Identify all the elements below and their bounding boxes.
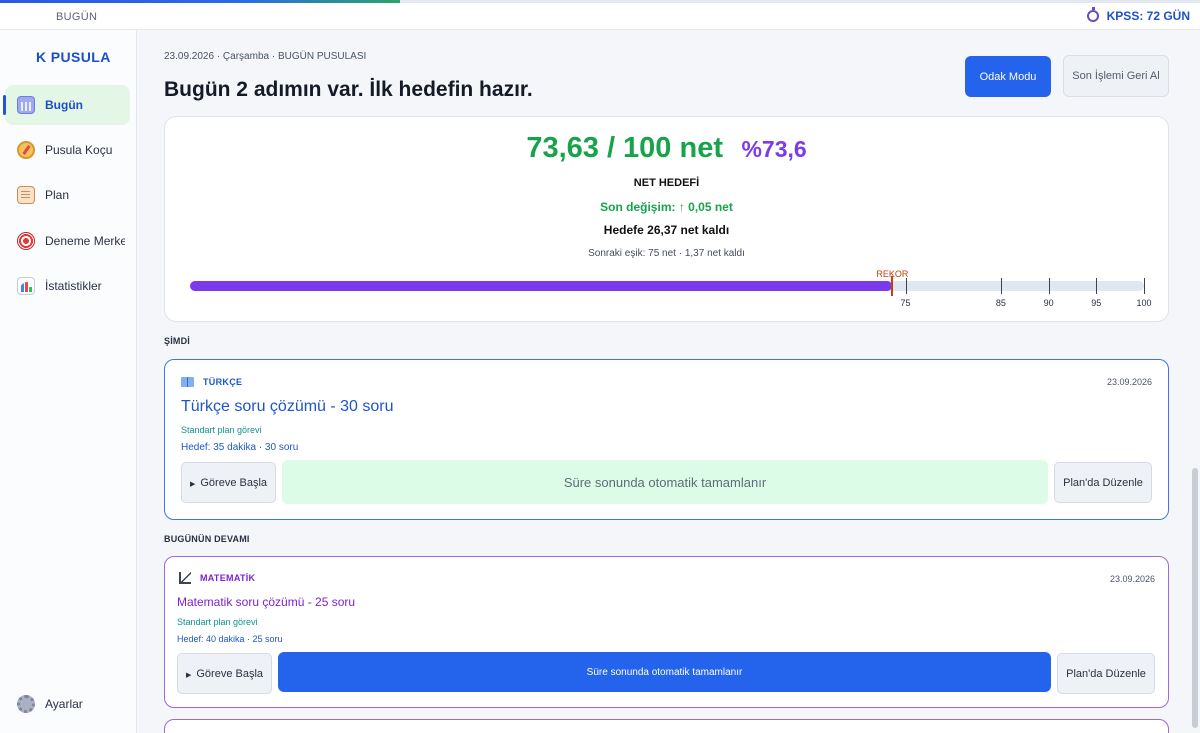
remaining-to-goal: Hedefe 26,37 net kaldı <box>603 223 730 237</box>
breadcrumb: 23.09.2026 · Çarşamba · BUGÜN PUSULASI <box>164 51 367 62</box>
undo-last-action-button[interactable]: Son İşlemi Geri Al <box>1063 55 1169 97</box>
task-goal: Hedef: 35 dakika · 30 soru <box>181 442 299 453</box>
sidebar-item-bugun[interactable]: Bugün <box>3 85 130 125</box>
threshold-tick <box>1144 278 1145 294</box>
book-icon <box>181 377 194 387</box>
top-bar-title: BUGÜN <box>56 11 98 23</box>
task-goal: Hedef: 40 dakika · 25 soru <box>177 634 283 644</box>
scrollbar[interactable] <box>1192 468 1198 728</box>
section-title-rest: BUGÜNÜN DEVAMI <box>164 534 250 544</box>
auto-complete-text: Süre sonunda otomatik tamamlanır <box>563 474 767 490</box>
task-card-matematik[interactable]: MATEMATİK 23.09.2026 Matematik soru çözü… <box>164 556 1169 708</box>
start-task-label: Göreve Başla <box>200 476 268 489</box>
net-score: 73,63 / 100 net <box>526 132 723 164</box>
edit-in-plan-button[interactable]: Plan'da Düzenle <box>1054 462 1152 503</box>
sidebar-item-plan[interactable]: Plan <box>5 175 130 215</box>
task-card-turkce[interactable]: TÜRKÇE 23.09.2026 Türkçe soru çözümü - 3… <box>164 359 1169 520</box>
sidebar-item-pusula-kocu[interactable]: Pusula Koçu <box>5 130 130 170</box>
last-change: Son değişim: ↑ 0,05 net <box>600 200 733 214</box>
net-percent: %73,6 <box>741 136 807 162</box>
auto-complete-notice: Süre sonunda otomatik tamamlanır <box>278 652 1051 692</box>
sidebar-item-label: Deneme Merkezi <box>45 234 125 248</box>
top-progress-fill <box>0 0 400 3</box>
app-logo[interactable]: K PUSULA <box>36 49 111 65</box>
record-marker <box>891 276 894 296</box>
compass-icon <box>17 141 35 159</box>
threshold-tick-label: 85 <box>995 298 1006 308</box>
threshold-tick <box>1000 278 1002 294</box>
start-task-button[interactable]: ▶ Göreve Başla <box>181 462 276 503</box>
task-subject-name: MATEMATİK <box>200 573 256 583</box>
page-title: Bugün 2 adımın var. İlk hedefin hazır. <box>164 78 533 101</box>
task-card-next[interactable] <box>164 719 1169 733</box>
play-icon: ▶ <box>189 480 196 488</box>
auto-complete-notice: Süre sonunda otomatik tamamlanır <box>282 460 1048 504</box>
net-goal-card: 73,63 / 100 net %73,6 NET HEDEFİ Son değ… <box>164 116 1169 322</box>
task-subject-name: TÜRKÇE <box>203 377 243 387</box>
record-label: REKOR <box>876 269 909 279</box>
auto-complete-text: Süre sonunda otomatik tamamlanır <box>586 666 743 678</box>
threshold-tick-label: 95 <box>1091 298 1102 308</box>
net-goal-label: NET HEDEFİ <box>633 177 700 189</box>
task-date: 23.09.2026 <box>1106 377 1152 387</box>
task-subtitle: Standart plan görevi <box>177 617 258 627</box>
edit-in-plan-button[interactable]: Plan'da Düzenle <box>1057 653 1155 694</box>
task-title: Matematik soru çözümü - 25 soru <box>177 595 356 609</box>
sidebar-item-label: Bugün <box>45 98 83 112</box>
top-bar: BUGÜN KPSS: 72 GÜN <box>0 0 1200 30</box>
threshold-tick-label: 90 <box>1043 298 1054 308</box>
sidebar-item-label: Plan <box>45 188 70 202</box>
next-threshold: Sonraki eşik: 75 net · 1,37 net kaldı <box>588 248 745 259</box>
threshold-tick-label: 75 <box>900 298 911 308</box>
threshold-tick-label: 100 <box>1136 298 1152 308</box>
start-task-label: Göreve Başla <box>196 667 264 680</box>
task-title: Türkçe soru çözümü - 30 soru <box>181 398 394 415</box>
bar-chart-icon <box>17 277 35 295</box>
gear-icon <box>17 695 35 713</box>
net-score-row: 73,63 / 100 net %73,6 <box>165 132 1168 165</box>
task-subtitle: Standart plan görevi <box>181 425 262 435</box>
threshold-tick <box>905 278 907 294</box>
exam-countdown-label: KPSS: 72 GÜN <box>1106 9 1190 23</box>
clipboard-icon <box>17 186 35 204</box>
start-task-button[interactable]: ▶ Göreve Başla <box>177 653 272 694</box>
top-progress-track <box>0 0 1200 3</box>
task-subject: MATEMATİK <box>179 572 255 584</box>
sidebar: K PUSULA Bugün Pusula Koçu Plan Deneme M… <box>0 30 137 733</box>
threshold-tick <box>1048 278 1050 294</box>
ruler-icon <box>179 572 191 584</box>
task-subject: TÜRKÇE <box>181 377 242 387</box>
exam-countdown: KPSS: 72 GÜN <box>1086 7 1190 23</box>
target-icon <box>17 232 35 250</box>
net-progress-fill <box>190 281 893 291</box>
calendar-icon <box>17 96 35 114</box>
sidebar-item-label: Pusula Koçu <box>45 143 113 157</box>
section-title-now: ŞİMDİ <box>164 336 191 346</box>
sidebar-item-label: Ayarlar <box>45 697 83 711</box>
sidebar-item-ayarlar[interactable]: Ayarlar <box>5 684 130 724</box>
sidebar-item-deneme-merkezi[interactable]: Deneme Merkezi <box>5 221 130 261</box>
focus-mode-button[interactable]: Odak Modu <box>965 56 1051 97</box>
sidebar-item-istatistikler[interactable]: İstatistikler <box>5 266 130 306</box>
task-date: 23.09.2026 <box>1109 574 1155 584</box>
play-icon: ▶ <box>185 671 192 679</box>
stopwatch-icon <box>1086 7 1099 22</box>
sidebar-item-label: İstatistikler <box>45 279 102 293</box>
threshold-tick <box>1096 278 1098 294</box>
